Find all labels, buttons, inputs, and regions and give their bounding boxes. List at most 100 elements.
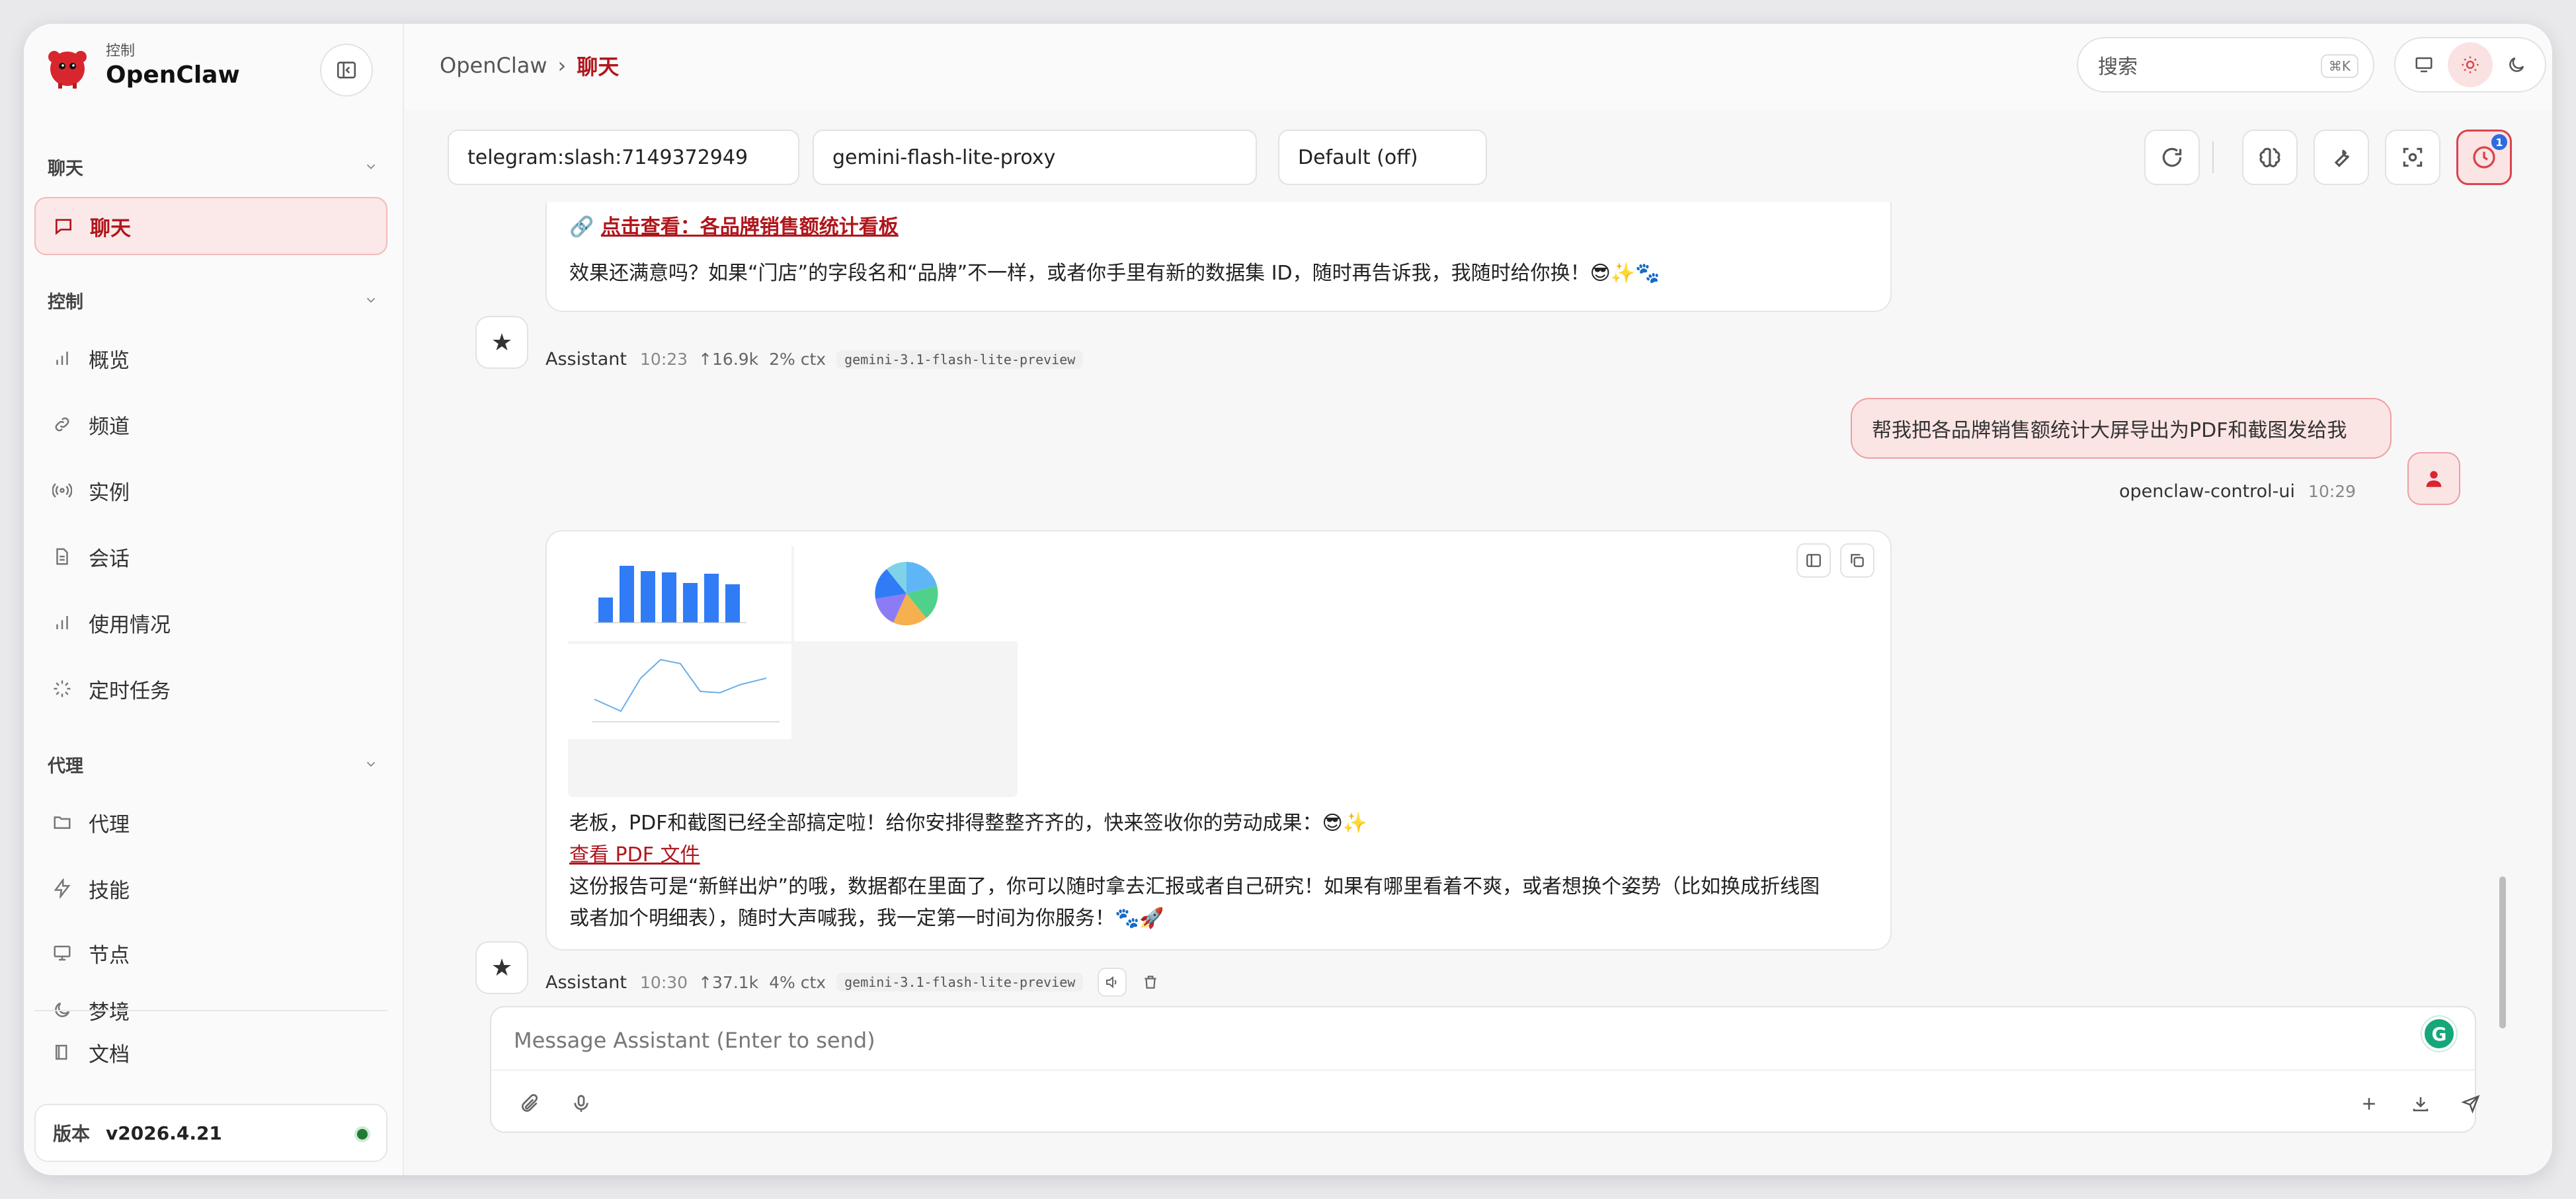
user-message-text: 帮我把各品牌销售额统计大屏导出为PDF和截图发给我	[1872, 419, 2347, 442]
copy-icon	[1851, 554, 1864, 567]
version-value: v2026.4.21	[106, 1122, 222, 1144]
send-icon	[2461, 1095, 2480, 1114]
document-icon	[49, 543, 75, 570]
message-meta: Assistant 10:30 ↑37.1k 4% ctx gemini-3.1…	[545, 968, 1165, 997]
message-meta: Assistant 10:23 ↑16.9k 2% ctx gemini-3.1…	[545, 349, 1084, 369]
sidebar-item-skills[interactable]: 技能	[34, 859, 387, 917]
delete-button[interactable]	[1136, 968, 1165, 997]
chat-scrollbar[interactable]	[2499, 876, 2506, 1028]
lightning-icon	[49, 875, 75, 902]
export-button[interactable]	[2402, 1085, 2439, 1122]
collapse-sidebar-button[interactable]	[320, 44, 373, 97]
brand: 控制 OpenClaw	[44, 42, 240, 90]
breadcrumb-separator: ›	[557, 53, 567, 78]
dashboard-link[interactable]: 点击查看：各品牌销售额统计看板	[601, 215, 899, 239]
moon-icon	[2509, 57, 2524, 72]
assistant-message: 🔗 点击查看：各品牌销售额统计看板 效果还满意吗？如果“门店”的字段名和“品牌”…	[545, 202, 1892, 312]
brain-button[interactable]	[2242, 130, 2298, 185]
refresh-button[interactable]	[2144, 130, 2200, 185]
chevron-down-icon	[366, 164, 376, 170]
sidebar-divider	[34, 1010, 387, 1011]
composer: G	[490, 1006, 2480, 1133]
model-tag: gemini-3.1-flash-lite-preview	[836, 350, 1084, 369]
sidebar-item-docs[interactable]: 文档	[34, 1023, 387, 1081]
sidebar-icon	[1806, 554, 1821, 567]
chevron-down-icon	[366, 297, 376, 303]
sidebar-item-overview[interactable]: 概览	[34, 329, 387, 387]
message-text: 这份报告可是“新鲜出炉”的哦，数据都在里面了，你可以随时拿去汇报或者自己研究！如…	[569, 875, 1820, 898]
message-text: 老板，PDF和截图已经全部搞定啦！给你安排得整整齐齐的，快来签收你的劳动成果：😎…	[569, 812, 1368, 835]
theme-light-button[interactable]	[2448, 42, 2493, 87]
copy-button[interactable]	[1840, 543, 1874, 578]
open-side-button[interactable]	[1796, 543, 1831, 578]
search-placeholder: 搜索	[2098, 56, 2138, 79]
brand-subtitle: 控制	[106, 43, 136, 59]
view-pdf-link[interactable]: 查看 PDF 文件	[569, 843, 700, 867]
radio-icon	[49, 477, 75, 504]
book-icon	[49, 1039, 75, 1065]
theme-system-button[interactable]	[2401, 42, 2446, 87]
bar-chart-icon	[49, 345, 75, 371]
sidebar-item-sessions[interactable]: 会话	[34, 527, 387, 586]
sun-icon	[2462, 56, 2479, 73]
chat-thread: 🔗 点击查看：各品牌销售额统计看板 效果还满意吗？如果“门店”的字段名和“品牌”…	[404, 202, 2552, 1022]
clock-icon	[2473, 146, 2495, 169]
pie-chart-thumbnail	[875, 562, 938, 626]
theme-dark-button[interactable]	[2494, 42, 2539, 87]
search-box[interactable]: 搜索 ⌘K	[2077, 37, 2374, 93]
sidebar-item-nodes[interactable]: 节点	[34, 924, 387, 982]
star-icon: ★	[491, 329, 513, 356]
section-control-header[interactable]: 控制	[48, 287, 378, 313]
screenshot-image[interactable]	[568, 546, 1018, 797]
history-badge: 1	[2491, 134, 2507, 150]
openclaw-logo-icon	[44, 42, 91, 90]
user-message: 帮我把各品牌销售额统计大屏导出为PDF和截图发给我	[1851, 398, 2392, 459]
new-chat-button[interactable]	[2351, 1085, 2388, 1122]
message-actions	[1787, 543, 1874, 578]
attach-button[interactable]	[511, 1085, 548, 1122]
read-aloud-button[interactable]	[1098, 968, 1127, 997]
download-icon	[2413, 1097, 2429, 1112]
main-area: OpenClaw › 聊天 搜索 ⌘K telegram:slash:71493…	[404, 24, 2552, 1175]
voice-button[interactable]	[563, 1085, 600, 1122]
version-label: 版本	[53, 1123, 91, 1145]
section-agents-header[interactable]: 代理	[48, 751, 378, 777]
chevron-down-icon	[366, 761, 376, 767]
sidebar-item-instances[interactable]: 实例	[34, 461, 387, 520]
topbar: OpenClaw › 聊天 搜索 ⌘K	[404, 24, 2552, 110]
microphone-icon	[574, 1095, 588, 1112]
session-select[interactable]: telegram:slash:7149372949	[448, 130, 799, 185]
section-chat-header[interactable]: 聊天	[48, 153, 378, 180]
message-link-row: 🔗 点击查看：各品牌销售额统计看板	[569, 212, 899, 243]
sidebar-item-chat[interactable]: 聊天	[34, 197, 387, 255]
monitor-icon	[49, 940, 75, 966]
star-icon: ★	[491, 954, 513, 982]
sidebar: 控制 OpenClaw 聊天 聊天 控制 概览 频道 实例 会话 使用情况 定时…	[24, 24, 404, 1175]
link-icon	[49, 411, 75, 438]
toolbar-separator	[2212, 141, 2214, 173]
history-button[interactable]: 1	[2456, 130, 2512, 185]
bar-chart-icon	[49, 609, 75, 636]
theme-toggle	[2394, 37, 2546, 93]
sidebar-item-agents[interactable]: 代理	[34, 793, 387, 851]
monitor-icon	[2415, 57, 2433, 73]
assistant-avatar: ★	[475, 941, 528, 994]
sidebar-item-cron[interactable]: 定时任务	[34, 660, 387, 718]
thinking-select[interactable]: Default (off)	[1278, 130, 1487, 185]
focus-button[interactable]	[2385, 130, 2440, 185]
tools-button[interactable]	[2314, 130, 2369, 185]
message-input[interactable]	[514, 1021, 2418, 1060]
assistant-message: 老板，PDF和截图已经全部搞定啦！给你安排得整整齐齐的，快来签收你的劳动成果：😎…	[545, 530, 1892, 950]
model-select[interactable]: gemini-flash-lite-proxy	[813, 130, 1257, 185]
trash-icon	[1145, 976, 1156, 989]
breadcrumb-root[interactable]: OpenClaw	[440, 53, 547, 78]
plus-icon	[2363, 1098, 2375, 1110]
speaker-icon	[1106, 976, 1117, 989]
paperclip-icon	[522, 1094, 538, 1112]
link-icon: 🔗	[569, 215, 601, 239]
sidebar-item-usage[interactable]: 使用情况	[34, 594, 387, 652]
send-button[interactable]	[2452, 1085, 2489, 1122]
refresh-icon	[2162, 147, 2182, 167]
grammarly-icon[interactable]: G	[2422, 1017, 2456, 1051]
sidebar-item-channels[interactable]: 频道	[34, 395, 387, 453]
